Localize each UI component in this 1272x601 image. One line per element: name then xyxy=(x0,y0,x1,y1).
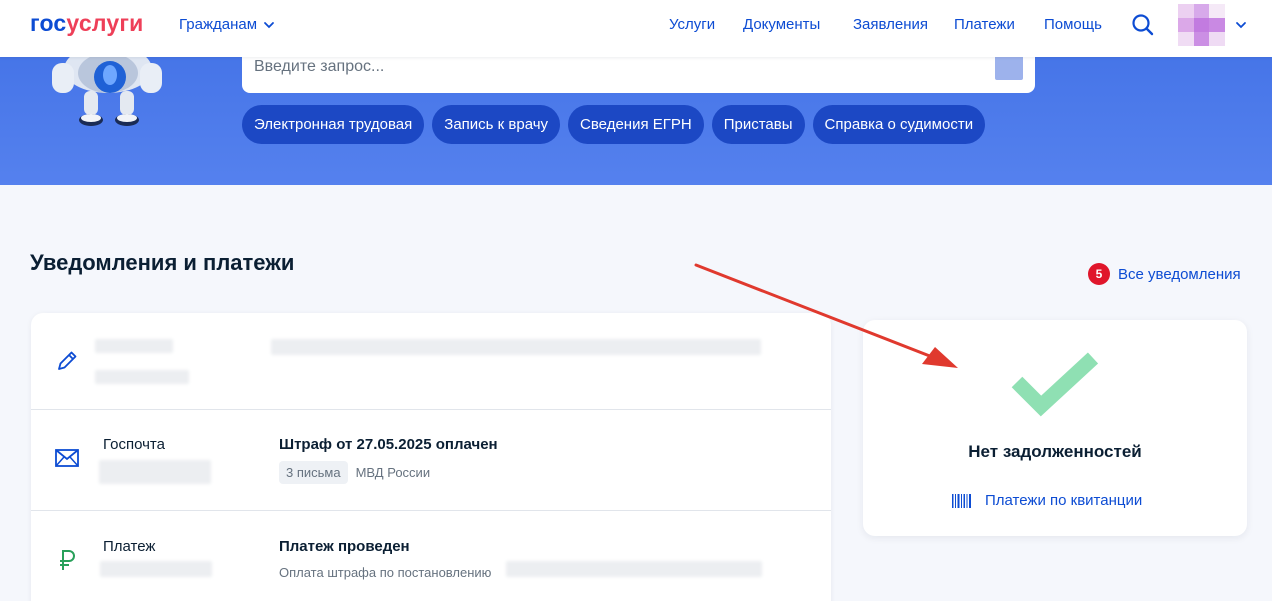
receipt-payments-link[interactable]: Платежи по квитанции xyxy=(951,492,1142,509)
notification-sender: МВД России xyxy=(355,465,431,480)
quick-links: Электронная трудовая Запись к врачу Свед… xyxy=(242,105,986,144)
redacted-date xyxy=(95,370,189,384)
quick-link-labor-book[interactable]: Электронная трудовая xyxy=(242,105,425,144)
redacted-date xyxy=(100,561,212,577)
audience-selector[interactable]: Гражданам xyxy=(179,16,275,33)
notification-row-gospochta[interactable]: Госпочта Штраф от 27.05.2025 оплачен 3 п… xyxy=(31,410,831,510)
section-title: Уведомления и платежи xyxy=(30,250,295,275)
pencil-icon xyxy=(58,351,77,370)
nav-help[interactable]: Помощь xyxy=(1044,16,1102,33)
debt-status-card: Нет задолженностей Платежи по квитанции xyxy=(863,320,1247,536)
quick-link-criminal-record[interactable]: Справка о судимости xyxy=(812,105,986,144)
user-avatar[interactable] xyxy=(1178,4,1225,46)
nav-documents[interactable]: Документы xyxy=(743,16,820,33)
redacted-source xyxy=(95,339,173,353)
nav-services[interactable]: Услуги xyxy=(669,16,715,33)
notification-description: Оплата штрафа по постановлению xyxy=(279,565,492,580)
notification-title: Штраф от 27.05.2025 оплачен xyxy=(279,436,498,453)
nav-payments[interactable]: Платежи xyxy=(954,16,1015,33)
notification-source: Платеж xyxy=(103,538,156,555)
all-notifications-label: Все уведомления xyxy=(1118,265,1241,283)
gosuslugi-logo[interactable]: госуслуги xyxy=(30,10,143,37)
letters-count-tag: 3 письма xyxy=(279,461,348,484)
audience-label: Гражданам xyxy=(179,16,258,33)
all-notifications-link[interactable]: 5 Все уведомления xyxy=(1088,263,1241,285)
search-submit-button[interactable] xyxy=(995,57,1023,80)
quick-link-egrn[interactable]: Сведения ЕГРН xyxy=(568,105,704,144)
unread-count-badge: 5 xyxy=(1088,263,1110,285)
hero-banner: Электронная трудовая Запись к врачу Свед… xyxy=(0,57,1272,185)
notification-row-draft[interactable] xyxy=(31,313,831,409)
receipt-payments-label: Платежи по квитанции xyxy=(985,492,1143,509)
notification-row-payment[interactable]: Платеж Платеж проведен Оплата штрафа по … xyxy=(31,511,831,601)
nav-applications[interactable]: Заявления xyxy=(853,16,928,33)
redacted-resolution-number xyxy=(506,561,762,577)
search-input[interactable] xyxy=(254,57,984,77)
quick-link-bailiffs[interactable]: Приставы xyxy=(711,105,805,144)
redacted-date xyxy=(99,460,211,484)
quick-link-doctor-appointment[interactable]: Запись к врачу xyxy=(432,105,561,144)
page: госуслуги Гражданам Услуги Документы Зая… xyxy=(0,0,1272,601)
checkmark-icon xyxy=(1011,352,1099,417)
notification-source: Госпочта xyxy=(103,436,165,453)
notification-meta: 3 письма МВД России xyxy=(279,461,430,484)
chevron-down-icon xyxy=(264,21,274,28)
debt-status-title: Нет задолженностей xyxy=(968,442,1142,461)
barcode-icon xyxy=(952,493,971,508)
robot-mascot-illustration xyxy=(52,57,162,126)
envelope-icon xyxy=(55,449,79,467)
notifications-list: Госпочта Штраф от 27.05.2025 оплачен 3 п… xyxy=(31,313,831,601)
ruble-icon xyxy=(60,550,75,570)
top-header: госуслуги Гражданам Услуги Документы Зая… xyxy=(0,0,1272,57)
redacted-title xyxy=(271,339,761,355)
logo-part-gos: гос xyxy=(30,10,67,36)
notification-title: Платеж проведен xyxy=(279,538,410,555)
logo-part-uslugi: услуги xyxy=(66,10,144,36)
search-icon[interactable] xyxy=(1130,12,1156,38)
search-bar xyxy=(242,57,1035,93)
chevron-down-icon[interactable] xyxy=(1234,18,1248,32)
